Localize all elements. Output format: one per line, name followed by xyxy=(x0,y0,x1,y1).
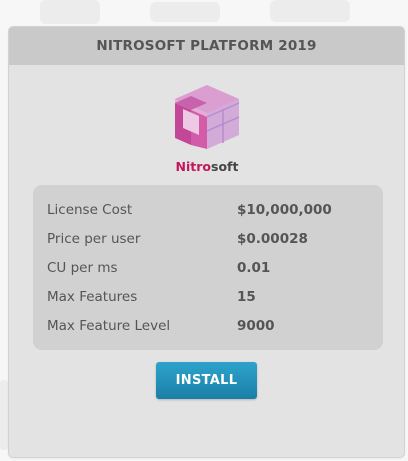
spec-label: License Cost xyxy=(47,202,133,218)
spec-label: Price per user xyxy=(47,231,141,247)
spec-row-cu-per-ms: CU per ms 0.01 xyxy=(47,260,367,280)
spec-row-max-feature-level: Max Feature Level 9000 xyxy=(47,318,367,338)
nitrosoft-cube-logo-icon xyxy=(169,83,245,153)
page-title: NITROSOFT PLATFORM 2019 xyxy=(96,38,317,54)
spec-row-price-per-user: Price per user $0.00028 xyxy=(47,231,367,251)
spec-row-max-features: Max Features 15 xyxy=(47,289,367,309)
spec-label: CU per ms xyxy=(47,260,118,276)
brand-name-rest: soft xyxy=(211,159,239,174)
panel-header: NITROSOFT PLATFORM 2019 xyxy=(9,27,404,65)
install-button[interactable]: INSTALL xyxy=(156,362,257,399)
spec-row-license-cost: License Cost $10,000,000 xyxy=(47,202,367,222)
spec-value: 0.01 xyxy=(237,260,271,276)
brand-name: Nitrosoft xyxy=(139,159,275,174)
product-panel: NITROSOFT PLATFORM 2019 Nitrosoft Licens… xyxy=(8,26,405,458)
spec-value: 9000 xyxy=(237,318,275,334)
spec-value: 15 xyxy=(237,289,256,305)
spec-label: Max Feature Level xyxy=(47,318,171,334)
specs-table: License Cost $10,000,000 Price per user … xyxy=(33,185,383,350)
spec-value: $10,000,000 xyxy=(237,202,332,218)
spec-value: $0.00028 xyxy=(237,231,308,247)
brand-name-accent: Nitro xyxy=(175,159,212,174)
spec-label: Max Features xyxy=(47,289,138,305)
